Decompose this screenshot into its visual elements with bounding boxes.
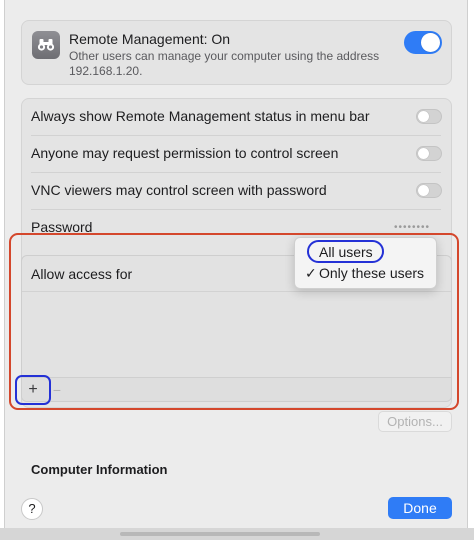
password-label: Password — [31, 219, 93, 235]
remote-management-description: Other users can manage your computer usi… — [69, 49, 380, 78]
remote-management-title: Remote Management: On — [69, 31, 231, 47]
add-user-button[interactable]: + — [24, 381, 42, 399]
background-window-edge — [0, 528, 474, 540]
menu-bar-status-toggle[interactable] — [416, 109, 442, 124]
allow-access-dropdown-menu: All users ✓ Only these users — [294, 237, 437, 289]
menu-item-label: Only these users — [319, 265, 425, 281]
binoculars-icon — [32, 31, 60, 59]
vnc-password-toggle[interactable] — [416, 183, 442, 198]
row-divider — [31, 135, 441, 136]
row-divider — [31, 209, 441, 210]
vnc-password-label: VNC viewers may control screen with pass… — [31, 182, 327, 198]
user-list-footer — [22, 377, 451, 401]
remove-user-button[interactable]: − — [50, 381, 64, 399]
allow-access-label: Allow access for — [31, 266, 133, 282]
background-window-detail — [120, 532, 320, 536]
row-divider — [31, 172, 441, 173]
menu-item-label: All users — [319, 244, 373, 260]
password-field[interactable]: •••••••• — [394, 222, 430, 233]
computer-information-heading: Computer Information — [31, 462, 168, 477]
request-permission-toggle[interactable] — [416, 146, 442, 161]
remote-management-toggle[interactable] — [404, 31, 442, 54]
menu-item-only-these-users[interactable]: ✓ Only these users — [295, 263, 436, 283]
help-button[interactable]: ? — [21, 498, 43, 520]
request-permission-label: Anyone may request permission to control… — [31, 145, 339, 161]
menu-bar-status-label: Always show Remote Management status in … — [31, 108, 370, 124]
options-button[interactable]: Options... — [378, 411, 452, 432]
done-button[interactable]: Done — [388, 497, 452, 519]
menu-item-all-users[interactable]: All users — [295, 242, 436, 262]
checkmark-icon: ✓ — [305, 265, 317, 281]
